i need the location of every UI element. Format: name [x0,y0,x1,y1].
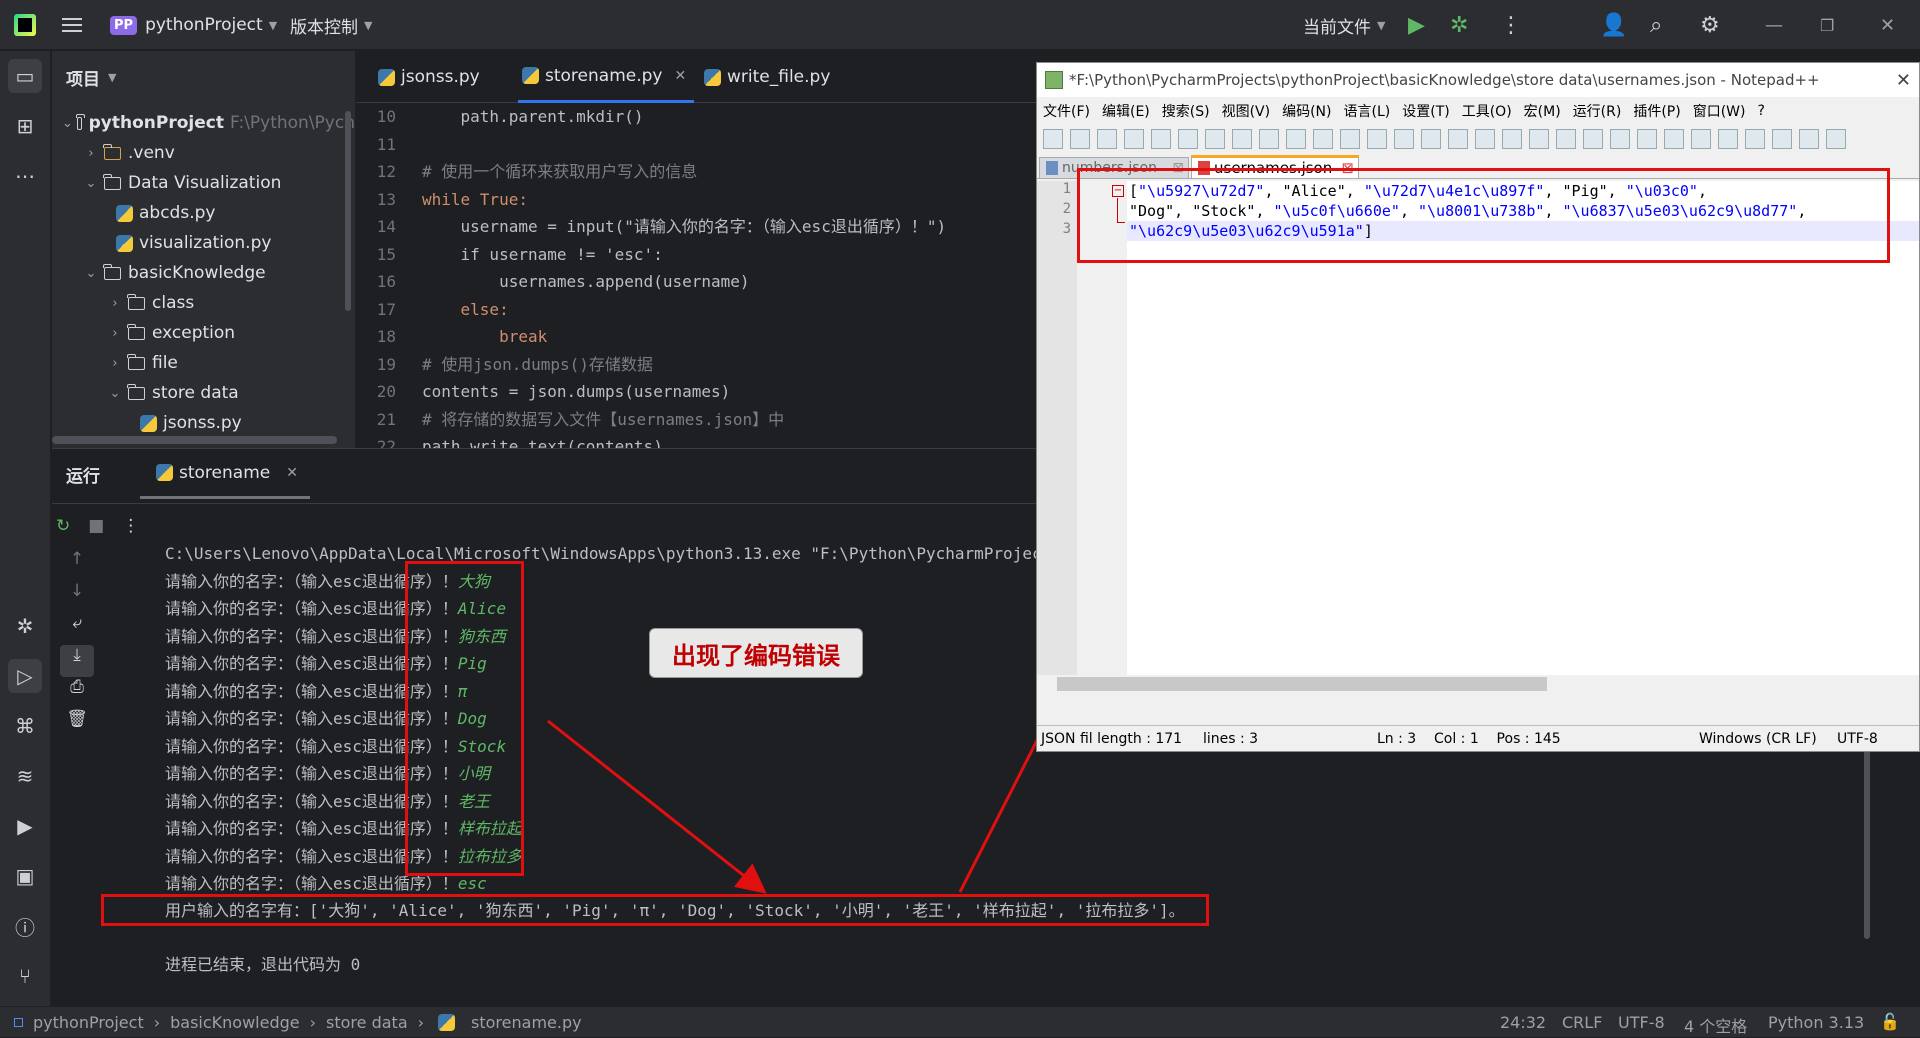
npp-menu-item[interactable]: 设置(T) [1402,101,1449,121]
npp-menu-item[interactable]: 编辑(E) [1102,101,1150,121]
npp-menu-item[interactable]: 搜索(S) [1162,101,1210,121]
npp-status-encoding: UTF-8 [1837,731,1878,747]
npp-toolbar-icon[interactable] [1448,129,1468,149]
npp-toolbar-icon[interactable] [1394,129,1414,149]
npp-toolbar-icon[interactable] [1529,129,1549,149]
npp-toolbar-icon[interactable] [1691,129,1711,149]
npp-toolbar-icon[interactable] [1826,129,1846,149]
npp-toolbar-icon[interactable] [1124,129,1144,149]
file-icon [1046,161,1058,175]
npp-toolbar-icon[interactable] [1718,129,1738,149]
npp-toolbar-icon[interactable] [1610,129,1630,149]
notepadpp-window: *F:\Python\PycharmProjects\pythonProject… [1036,62,1920,752]
npp-toolbar-icon[interactable] [1637,129,1657,149]
npp-toolbar-icon[interactable] [1286,129,1306,149]
arrow-to-result [547,719,767,894]
npp-toolbar-icon[interactable] [1043,129,1063,149]
notepadpp-toolbar [1037,125,1919,153]
npp-toolbar-icon[interactable] [1205,129,1225,149]
status-bar: pythonProject › basicKnowledge › store d… [0,1006,1920,1037]
npp-toolbar-icon[interactable] [1664,129,1684,149]
indent-setting[interactable]: 4 个空格 [1684,1013,1747,1037]
npp-toolbar-icon[interactable] [1745,129,1765,149]
notepadpp-menubar: 文件(F) 编辑(E) 搜索(S) 视图(V) 编码(N) 语言(L) 设置(T) 工具(O)… [1037,99,1919,123]
npp-toolbar-icon[interactable] [1259,129,1279,149]
cursor-position[interactable]: 24:32 [1500,1013,1546,1032]
npp-toolbar-icon[interactable] [1151,129,1171,149]
npp-toolbar-icon[interactable] [1583,129,1603,149]
npp-line-number: 1 [1062,181,1071,197]
chevron-right-icon: › [417,1013,425,1032]
line-separator[interactable]: CRLF [1562,1013,1602,1032]
chevron-right-icon: › [153,1013,161,1032]
chevron-right-icon: › [309,1013,317,1032]
npp-menu-item[interactable]: 文件(F) [1043,101,1090,121]
notepadpp-statusbar: JSON fil length : 171 lines : 3 Ln : 3 C… [1037,725,1919,751]
npp-menu-item[interactable]: 窗口(W) [1693,101,1746,121]
python-file-icon [438,1014,456,1031]
npp-menu-item[interactable]: 视图(V) [1222,101,1271,121]
npp-menu-item[interactable]: 编码(N) [1282,101,1331,121]
breadcrumb-item[interactable]: pythonProject [33,1013,144,1032]
npp-toolbar-icon[interactable] [1772,129,1792,149]
module-icon [14,1018,23,1027]
npp-toolbar-icon[interactable] [1178,129,1198,149]
npp-menu-item[interactable]: 宏(M) [1524,101,1561,121]
python-interpreter[interactable]: Python 3.13 [1768,1013,1864,1032]
breadcrumb-item[interactable]: basicKnowledge [170,1013,300,1032]
npp-menu-item[interactable]: ? [1758,103,1765,119]
npp-menu-item[interactable]: 语言(L) [1344,101,1391,121]
npp-toolbar-icon[interactable] [1340,129,1360,149]
npp-toolbar-icon[interactable] [1232,129,1252,149]
npp-toolbar-icon[interactable] [1475,129,1495,149]
npp-menu-item[interactable]: 工具(O) [1462,101,1512,121]
npp-toolbar-icon[interactable] [1313,129,1333,149]
close-icon[interactable]: ✕ [1896,70,1911,91]
npp-menu-item[interactable]: 插件(P) [1633,101,1680,121]
npp-line-number: 2 [1062,201,1071,217]
npp-status-pos: Ln : 3 Col : 1 Pos : 145 [1377,731,1561,747]
npp-status-type: JSON fil length : 171 [1041,731,1183,747]
npp-horizontal-scrollbar[interactable] [1037,675,1919,693]
npp-status-eol: Windows (CR LF) [1699,731,1817,747]
json-highlight-box [1077,168,1890,263]
npp-toolbar-icon[interactable] [1421,129,1441,149]
npp-toolbar-icon[interactable] [1502,129,1522,149]
npp-menu-item[interactable]: 运行(R) [1573,101,1622,121]
notepadpp-app-icon [1045,71,1063,89]
npp-toolbar-icon[interactable] [1097,129,1117,149]
npp-line-number: 3 [1062,221,1071,237]
breadcrumb: pythonProject › basicKnowledge › store d… [14,1007,582,1038]
npp-toolbar-icon[interactable] [1070,129,1090,149]
lock-icon[interactable]: 🔓 [1880,1012,1900,1031]
npp-toolbar-icon[interactable] [1556,129,1576,149]
notepadpp-title: *F:\Python\PycharmProjects\pythonProject… [1069,71,1820,89]
npp-status-lines: lines : 3 [1203,731,1259,747]
npp-toolbar-icon[interactable] [1799,129,1819,149]
npp-toolbar-icon[interactable] [1367,129,1387,149]
file-encoding[interactable]: UTF-8 [1618,1013,1665,1032]
breadcrumb-item[interactable]: store data [326,1013,408,1032]
breadcrumb-item[interactable]: storename.py [471,1013,582,1032]
